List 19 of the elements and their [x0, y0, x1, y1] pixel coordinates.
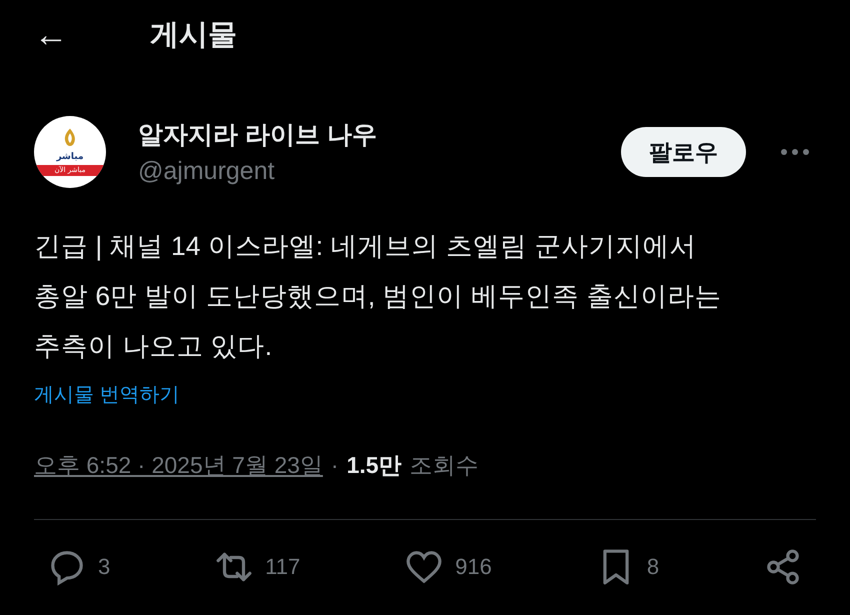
post-text: 긴급 | 채널 14 이스라엘: 네게브의 츠엘림 군사기지에서 총알 6만 발이 도난당했으며, 범인이 베두인족 출신이라는 추측이 나오고 있다. — [34, 230, 722, 363]
action-count: 3 — [98, 554, 110, 580]
heart-icon[interactable] — [405, 548, 444, 586]
avatar-caption: مباشر — [56, 152, 84, 163]
author-name[interactable]: 알자지라 라이브 나우 — [138, 118, 621, 151]
action-count: 117 — [265, 554, 300, 580]
translate-link[interactable]: 게시물 번역하기 — [34, 381, 180, 408]
action-count: 916 — [455, 554, 492, 580]
view-count: 1.5만 — [346, 451, 402, 480]
comment-icon[interactable] — [48, 548, 86, 586]
separator: · — [330, 452, 339, 479]
more-icon[interactable] — [780, 148, 810, 156]
follow-button[interactable]: 팔로우 — [621, 127, 746, 177]
back-button[interactable]: ← — [34, 16, 150, 54]
views-label: 조회수 — [410, 451, 479, 480]
page-title: 게시물 — [150, 18, 237, 53]
author-handle[interactable]: @ajmurgent — [138, 157, 621, 186]
action-count: 8 — [646, 554, 660, 580]
timestamp-link[interactable]: 오후 6:52 · 2025년 7월 23일 — [34, 450, 323, 481]
